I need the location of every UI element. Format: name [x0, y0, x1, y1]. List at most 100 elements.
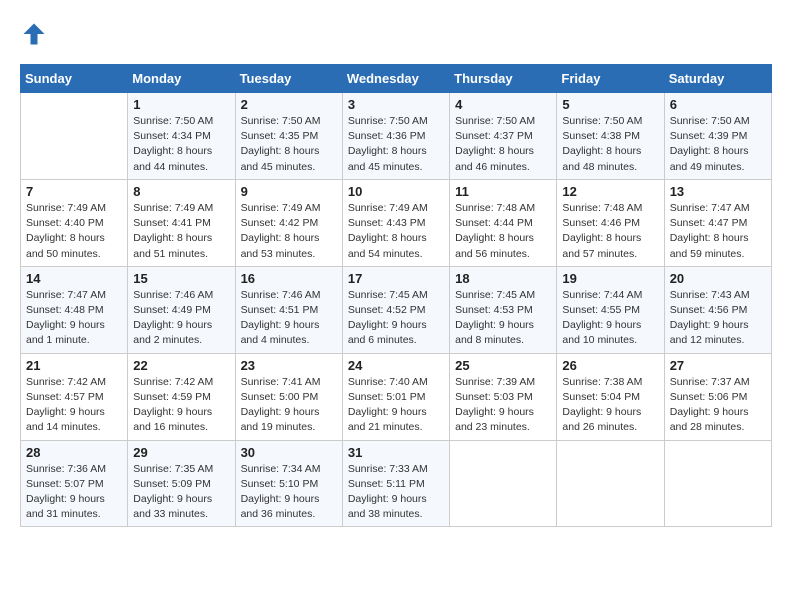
calendar-cell: 31Sunrise: 7:33 AMSunset: 5:11 PMDayligh…: [342, 440, 449, 527]
page-header: [20, 20, 772, 48]
calendar-cell: 25Sunrise: 7:39 AMSunset: 5:03 PMDayligh…: [450, 353, 557, 440]
day-info: Sunrise: 7:50 AMSunset: 4:38 PMDaylight:…: [562, 114, 658, 175]
day-info: Sunrise: 7:48 AMSunset: 4:46 PMDaylight:…: [562, 201, 658, 262]
day-of-week-header: Friday: [557, 65, 664, 93]
calendar-cell: 3 Sunrise: 7:50 AMSunset: 4:36 PMDaylight…: [342, 93, 449, 180]
day-number: 7: [26, 184, 122, 199]
day-number: 6: [670, 97, 766, 112]
calendar-cell: 19Sunrise: 7:44 AMSunset: 4:55 PMDayligh…: [557, 266, 664, 353]
day-info: Sunrise: 7:47 AMSunset: 4:47 PMDaylight:…: [670, 201, 766, 262]
calendar-cell: 26 Sunrise: 7:38 AMSunset: 5:04 PMDayligh…: [557, 353, 664, 440]
day-number: 9: [241, 184, 337, 199]
calendar-cell: 18 Sunrise: 7:45 AMSunset: 4:53 PMDayligh…: [450, 266, 557, 353]
day-info: Sunrise: 7:43 AMSunset: 4:56 PMDaylight:…: [670, 288, 766, 349]
day-info: Sunrise: 7:33 AMSunset: 5:11 PMDaylight:…: [348, 462, 444, 523]
day-number: 4: [455, 97, 551, 112]
calendar-cell: 24 Sunrise: 7:40 AMSunset: 5:01 PMDayligh…: [342, 353, 449, 440]
day-of-week-header: Monday: [128, 65, 235, 93]
day-number: 23: [241, 358, 337, 373]
day-info: Sunrise: 7:46 AMSunset: 4:49 PMDaylight:…: [133, 288, 229, 349]
day-info: Sunrise: 7:50 AMSunset: 4:34 PMDaylight:…: [133, 114, 229, 175]
day-info: Sunrise: 7:50 AMSunset: 4:37 PMDaylight:…: [455, 114, 551, 175]
day-info: Sunrise: 7:41 AMSunset: 5:00 PMDaylight:…: [241, 375, 337, 436]
day-of-week-header: Wednesday: [342, 65, 449, 93]
calendar-cell: [557, 440, 664, 527]
day-info: Sunrise: 7:45 AMSunset: 4:52 PMDaylight:…: [348, 288, 444, 349]
day-info: Sunrise: 7:35 AMSunset: 5:09 PMDaylight:…: [133, 462, 229, 523]
day-info: Sunrise: 7:38 AMSunset: 5:04 PMDaylight:…: [562, 375, 658, 436]
calendar-cell: 5 Sunrise: 7:50 AMSunset: 4:38 PMDaylight…: [557, 93, 664, 180]
day-of-week-header: Sunday: [21, 65, 128, 93]
day-number: 21: [26, 358, 122, 373]
day-number: 30: [241, 445, 337, 460]
day-info: Sunrise: 7:49 AMSunset: 4:41 PMDaylight:…: [133, 201, 229, 262]
calendar-week-row: 28 Sunrise: 7:36 AMSunset: 5:07 PMDayligh…: [21, 440, 772, 527]
day-info: Sunrise: 7:45 AMSunset: 4:53 PMDaylight:…: [455, 288, 551, 349]
day-number: 5: [562, 97, 658, 112]
day-number: 18: [455, 271, 551, 286]
day-info: Sunrise: 7:37 AMSunset: 5:06 PMDaylight:…: [670, 375, 766, 436]
day-info: Sunrise: 7:50 AMSunset: 4:39 PMDaylight:…: [670, 114, 766, 175]
calendar-cell: 29 Sunrise: 7:35 AMSunset: 5:09 PMDayligh…: [128, 440, 235, 527]
calendar-week-row: 21Sunrise: 7:42 AMSunset: 4:57 PMDayligh…: [21, 353, 772, 440]
calendar-cell: 13 Sunrise: 7:47 AMSunset: 4:47 PMDayligh…: [664, 179, 771, 266]
calendar-cell: [664, 440, 771, 527]
calendar-cell: 6 Sunrise: 7:50 AMSunset: 4:39 PMDaylight…: [664, 93, 771, 180]
day-number: 11: [455, 184, 551, 199]
day-number: 12: [562, 184, 658, 199]
calendar-cell: 9 Sunrise: 7:49 AMSunset: 4:42 PMDaylight…: [235, 179, 342, 266]
day-info: Sunrise: 7:49 AMSunset: 4:43 PMDaylight:…: [348, 201, 444, 262]
calendar-cell: 14Sunrise: 7:47 AMSunset: 4:48 PMDayligh…: [21, 266, 128, 353]
day-info: Sunrise: 7:49 AMSunset: 4:42 PMDaylight:…: [241, 201, 337, 262]
day-number: 24: [348, 358, 444, 373]
calendar-cell: 7 Sunrise: 7:49 AMSunset: 4:40 PMDaylight…: [21, 179, 128, 266]
day-number: 13: [670, 184, 766, 199]
calendar-cell: 28 Sunrise: 7:36 AMSunset: 5:07 PMDayligh…: [21, 440, 128, 527]
logo: [20, 20, 52, 48]
day-info: Sunrise: 7:36 AMSunset: 5:07 PMDaylight:…: [26, 462, 122, 523]
day-info: Sunrise: 7:42 AMSunset: 4:59 PMDaylight:…: [133, 375, 229, 436]
day-number: 20: [670, 271, 766, 286]
day-of-week-header: Thursday: [450, 65, 557, 93]
day-info: Sunrise: 7:49 AMSunset: 4:40 PMDaylight:…: [26, 201, 122, 262]
day-info: Sunrise: 7:48 AMSunset: 4:44 PMDaylight:…: [455, 201, 551, 262]
day-number: 28: [26, 445, 122, 460]
day-number: 3: [348, 97, 444, 112]
calendar-cell: 2Sunrise: 7:50 AMSunset: 4:35 PMDaylight…: [235, 93, 342, 180]
day-number: 16: [241, 271, 337, 286]
day-info: Sunrise: 7:50 AMSunset: 4:36 PMDaylight:…: [348, 114, 444, 175]
day-number: 17: [348, 271, 444, 286]
logo-icon: [20, 20, 48, 48]
calendar-cell: 20 Sunrise: 7:43 AMSunset: 4:56 PMDayligh…: [664, 266, 771, 353]
calendar-cell: 21Sunrise: 7:42 AMSunset: 4:57 PMDayligh…: [21, 353, 128, 440]
day-info: Sunrise: 7:46 AMSunset: 4:51 PMDaylight:…: [241, 288, 337, 349]
calendar-cell: 8 Sunrise: 7:49 AMSunset: 4:41 PMDaylight…: [128, 179, 235, 266]
calendar-table: SundayMondayTuesdayWednesdayThursdayFrid…: [20, 64, 772, 527]
calendar-cell: 1 Sunrise: 7:50 AMSunset: 4:34 PMDaylight…: [128, 93, 235, 180]
calendar-body: 1 Sunrise: 7:50 AMSunset: 4:34 PMDaylight…: [21, 93, 772, 527]
day-info: Sunrise: 7:44 AMSunset: 4:55 PMDaylight:…: [562, 288, 658, 349]
calendar-cell: 12 Sunrise: 7:48 AMSunset: 4:46 PMDayligh…: [557, 179, 664, 266]
day-info: Sunrise: 7:34 AMSunset: 5:10 PMDaylight:…: [241, 462, 337, 523]
calendar-cell: 30 Sunrise: 7:34 AMSunset: 5:10 PMDayligh…: [235, 440, 342, 527]
day-number: 2: [241, 97, 337, 112]
calendar-cell: [21, 93, 128, 180]
day-of-week-header: Tuesday: [235, 65, 342, 93]
day-of-week-header: Saturday: [664, 65, 771, 93]
day-number: 29: [133, 445, 229, 460]
day-number: 26: [562, 358, 658, 373]
calendar-week-row: 7 Sunrise: 7:49 AMSunset: 4:40 PMDaylight…: [21, 179, 772, 266]
calendar-cell: 23 Sunrise: 7:41 AMSunset: 5:00 PMDayligh…: [235, 353, 342, 440]
calendar-week-row: 14Sunrise: 7:47 AMSunset: 4:48 PMDayligh…: [21, 266, 772, 353]
day-number: 1: [133, 97, 229, 112]
calendar-cell: 22Sunrise: 7:42 AMSunset: 4:59 PMDayligh…: [128, 353, 235, 440]
day-number: 10: [348, 184, 444, 199]
calendar-cell: 10 Sunrise: 7:49 AMSunset: 4:43 PMDayligh…: [342, 179, 449, 266]
day-number: 25: [455, 358, 551, 373]
day-number: 15: [133, 271, 229, 286]
calendar-cell: 11 Sunrise: 7:48 AMSunset: 4:44 PMDayligh…: [450, 179, 557, 266]
day-info: Sunrise: 7:40 AMSunset: 5:01 PMDaylight:…: [348, 375, 444, 436]
day-number: 8: [133, 184, 229, 199]
calendar-cell: 17 Sunrise: 7:45 AMSunset: 4:52 PMDayligh…: [342, 266, 449, 353]
calendar-cell: 4 Sunrise: 7:50 AMSunset: 4:37 PMDaylight…: [450, 93, 557, 180]
